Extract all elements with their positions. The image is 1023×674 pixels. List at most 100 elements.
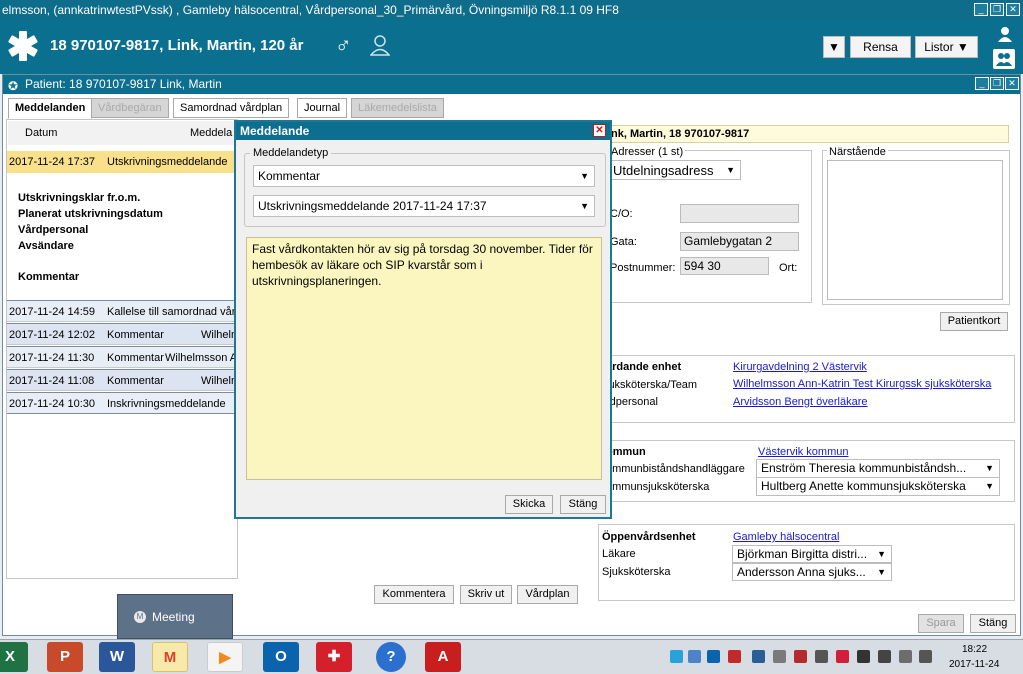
bluetooth-icon[interactable] bbox=[752, 650, 765, 663]
panel-close-icon[interactable]: ✕ bbox=[1005, 77, 1019, 90]
related-message-select[interactable]: Utskrivningsmeddelande 2017-11-24 17:37 ▼ bbox=[253, 195, 595, 217]
meddelandetyp-label: Meddelandetyp bbox=[250, 147, 332, 159]
user-icon[interactable] bbox=[996, 26, 1014, 42]
chevron-down-icon: ▼ bbox=[726, 165, 735, 175]
chevron-down-icon: ▼ bbox=[580, 171, 589, 181]
monitor-icon[interactable] bbox=[878, 650, 891, 663]
co-field[interactable] bbox=[680, 204, 799, 223]
vardplan-button[interactable]: Vårdplan bbox=[517, 585, 578, 604]
message-row-selected[interactable]: 2017-11-24 17:37 Utskrivningsmeddelande bbox=[7, 151, 238, 173]
kommun-link[interactable]: Västervik kommun bbox=[758, 446, 848, 458]
help-icon[interactable]: ? bbox=[376, 642, 406, 672]
address-type-value: Utdelningsadress bbox=[613, 163, 714, 178]
detail-label: Utskrivningsklar fr.o.m. bbox=[18, 192, 141, 204]
row-date: 2017-11-24 11:30 bbox=[9, 352, 95, 364]
row-type: Inskrivningsmeddelande bbox=[107, 398, 226, 410]
volume-icon[interactable] bbox=[919, 650, 932, 663]
dropdown-button[interactable]: ▼ bbox=[823, 36, 845, 58]
taskbar: X P W M ▶ O ✚ ? A 18:22 2017-11-24 bbox=[0, 639, 1023, 674]
outlook-icon[interactable]: O bbox=[263, 642, 299, 672]
skype-icon[interactable] bbox=[670, 650, 683, 663]
meeting-label: Meeting bbox=[152, 610, 195, 624]
vardande-enhet-link[interactable]: Kirurgavdelning 2 Västervik bbox=[733, 361, 867, 373]
ksk-value: Hultberg Anette kommunsjuksköterska bbox=[761, 479, 966, 493]
postnummer-field[interactable]: 594 30 bbox=[680, 257, 769, 275]
oppenvardsenhet-link[interactable]: Gamleby hälsocentral bbox=[733, 531, 839, 543]
skicka-button[interactable]: Skicka bbox=[505, 495, 553, 514]
message-row[interactable]: 2017-11-24 11:30 Kommentar Wilhelmsson A bbox=[7, 346, 238, 368]
shield-icon[interactable] bbox=[794, 650, 807, 663]
speaker-alert-icon[interactable] bbox=[728, 650, 741, 663]
listor-button[interactable]: Listor ▼ bbox=[915, 36, 978, 58]
close-icon[interactable]: ✕ bbox=[593, 124, 606, 137]
user-outline-icon[interactable] bbox=[369, 34, 391, 56]
outlook-tray-icon[interactable] bbox=[707, 650, 720, 663]
kbh-select[interactable]: Enström Theresia kommunbiståndsh... ▼ bbox=[756, 459, 1000, 478]
media-player-icon[interactable]: ▶ bbox=[207, 642, 243, 672]
restore-icon[interactable]: ❐ bbox=[990, 3, 1004, 16]
patient-header: 18 970107-9817, Link, Martin, 120 år ♂ ▼… bbox=[0, 20, 1023, 74]
patient-bar: nk, Martin, 18 970107-9817 bbox=[606, 125, 1009, 143]
message-row[interactable]: 2017-11-24 14:59 Kallelse till samordnad… bbox=[7, 300, 238, 322]
chevron-down-icon: ▼ bbox=[985, 463, 994, 473]
skriv-ut-button[interactable]: Skriv ut bbox=[460, 585, 512, 604]
users-icon[interactable] bbox=[993, 49, 1015, 69]
narstaende-label: Närstående bbox=[827, 146, 888, 158]
network-icon[interactable] bbox=[688, 650, 701, 663]
display-icon[interactable] bbox=[857, 650, 870, 663]
patientkort-button[interactable]: Patientkort bbox=[940, 312, 1008, 331]
meeting-app-icon[interactable]: M bbox=[152, 642, 188, 672]
gata-field[interactable]: Gamlebygatan 2 bbox=[680, 232, 799, 251]
word-icon[interactable]: W bbox=[99, 642, 135, 672]
close-icon[interactable]: ✕ bbox=[1006, 3, 1020, 16]
powerpoint-icon[interactable]: P bbox=[47, 642, 83, 672]
excel-icon[interactable]: X bbox=[0, 642, 28, 672]
adresser-label: Adresser (1 st) bbox=[609, 146, 686, 158]
security-icon[interactable] bbox=[836, 650, 849, 663]
spara-button[interactable]: Spara bbox=[918, 614, 964, 633]
kommentera-button[interactable]: Kommentera bbox=[374, 585, 454, 604]
ksk-label: ommunsjuksköterska bbox=[606, 481, 710, 493]
message-type-select[interactable]: Kommentar ▼ bbox=[253, 165, 595, 187]
ksk-select[interactable]: Hultberg Anette kommunsjuksköterska ▼ bbox=[756, 477, 1000, 496]
address-type-select[interactable]: Utdelningsadress ▼ bbox=[608, 160, 741, 180]
column-datum[interactable]: Datum bbox=[25, 127, 57, 139]
tab-journal[interactable]: Journal bbox=[297, 98, 348, 118]
stang-button[interactable]: Stäng bbox=[970, 614, 1016, 633]
device-icon[interactable] bbox=[815, 650, 828, 663]
sjukskoterska-select[interactable]: Andersson Anna sjuks... ▼ bbox=[732, 563, 892, 581]
tab-lakemedelslista[interactable]: Läkemedelslista bbox=[351, 98, 444, 118]
ort-label: Ort: bbox=[779, 262, 798, 274]
lakare-select[interactable]: Björkman Birgitta distri... ▼ bbox=[732, 545, 892, 563]
minimize-icon[interactable]: _ bbox=[974, 3, 988, 16]
tab-vardbegaran[interactable]: Vårdbegäran bbox=[91, 98, 169, 118]
medical-cross-icon[interactable]: ✚ bbox=[316, 642, 352, 672]
narstaende-list[interactable] bbox=[827, 160, 1003, 300]
vardpersonal-label: rdpersonal bbox=[606, 396, 658, 408]
message-type-value: Kommentar bbox=[258, 169, 321, 183]
star-of-life-icon bbox=[6, 29, 40, 63]
clock-date[interactable]: 2017-11-24 bbox=[949, 659, 999, 670]
panel-minimize-icon[interactable]: _ bbox=[975, 77, 989, 90]
signal-icon[interactable] bbox=[899, 650, 912, 663]
panel-restore-icon[interactable]: ❐ bbox=[990, 77, 1004, 90]
tab-meddelanden[interactable]: Meddelanden bbox=[8, 98, 93, 119]
column-meddelande[interactable]: Meddela bbox=[190, 127, 232, 139]
rensa-button[interactable]: Rensa bbox=[850, 36, 911, 58]
message-row[interactable]: 2017-11-24 11:08 Kommentar Wilhelm bbox=[7, 369, 238, 391]
usb-icon[interactable] bbox=[773, 650, 786, 663]
detail-label: Kommentar bbox=[18, 271, 80, 283]
dialog-stang-button[interactable]: Stäng bbox=[560, 495, 606, 514]
message-row[interactable]: 2017-11-24 10:30 Inskrivningsmeddelande bbox=[7, 392, 238, 414]
pdf-icon[interactable]: A bbox=[425, 642, 461, 672]
row-type: Kallelse till samordnad vård bbox=[107, 306, 238, 318]
clock-time[interactable]: 18:22 bbox=[962, 644, 987, 655]
message-row[interactable]: 2017-11-24 12:02 Kommentar Wilhelm bbox=[7, 323, 238, 345]
row-sender: Wilhelm bbox=[201, 329, 238, 341]
meeting-popup[interactable]: M Meeting bbox=[117, 594, 233, 639]
ssk-team-link[interactable]: Wilhelmsson Ann-Katrin Test Kirurgssk sj… bbox=[733, 378, 991, 390]
vardpersonal-link[interactable]: Arvidsson Bengt överläkare bbox=[733, 396, 868, 408]
tab-samordnad-vardplan[interactable]: Samordnad vårdplan bbox=[173, 98, 290, 118]
sjukskoterska-value: Andersson Anna sjuks... bbox=[737, 565, 866, 579]
message-textarea[interactable]: Fast vårdkontakten hör av sig på torsdag… bbox=[246, 237, 602, 480]
